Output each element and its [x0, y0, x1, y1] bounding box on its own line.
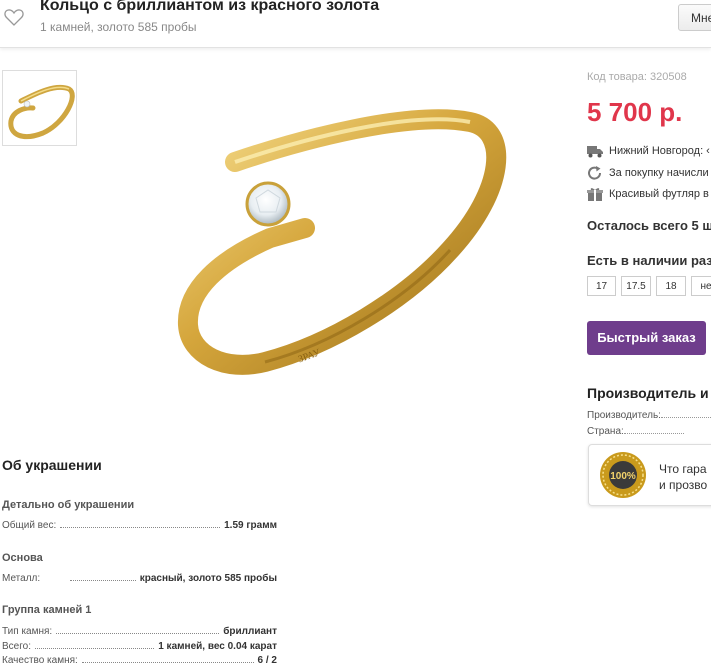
quick-order-button[interactable]: Быстрый заказ — [587, 321, 706, 355]
country-row: Страна: — [587, 426, 684, 437]
spec-value: 1 камней, вес 0.04 карат — [158, 641, 277, 652]
spec-group-title: Детально об украшении — [2, 499, 135, 511]
product-thumbnail[interactable] — [2, 70, 77, 146]
product-main-image[interactable]: ЗРАУ — [150, 100, 510, 400]
size-option-17-5[interactable]: 17.5 — [621, 276, 651, 296]
stock-remaining: Осталось всего 5 ш — [587, 218, 711, 233]
spec-value: бриллиант — [223, 626, 277, 637]
guarantee-card[interactable]: 100% Что гара и прозво — [588, 444, 711, 506]
size-option-17[interactable]: 17 — [587, 276, 616, 296]
product-header: Кольцо с бриллиантом из красного золота … — [0, 0, 711, 48]
gift-text: Красивый футляр в — [609, 187, 709, 200]
gift-icon — [587, 188, 603, 201]
spec-row-stone-total: Всего: 1 камней, вес 0.04 карат — [2, 638, 277, 652]
spec-label: Всего: — [2, 641, 31, 652]
delivery-feature: Нижний Новгород: ‹ — [587, 144, 710, 158]
spec-row-stone-quality: Качество камня: 6 / 2 — [2, 652, 277, 666]
country-label: Страна: — [587, 426, 624, 437]
spec-group-title: Основа — [2, 552, 43, 564]
spec-value: красный, золото 585 пробы — [139, 573, 277, 584]
guarantee-seal-icon: 100% — [600, 452, 646, 498]
product-subtitle: 1 камней, золото 585 пробы — [40, 20, 197, 34]
refresh-icon — [588, 166, 602, 180]
spec-value: 6 / 2 — [257, 655, 277, 666]
spec-value: 1.59 грамм — [224, 520, 277, 531]
guarantee-text: Что гара и прозво — [659, 461, 707, 493]
spec-row-weight: Общий вес: 1.59 грамм — [2, 517, 277, 531]
size-option-other[interactable]: не — [691, 276, 711, 296]
delivery-text: Нижний Новгород: ‹ — [609, 144, 710, 157]
product-sku: Код товара: 320508 — [587, 71, 687, 83]
about-jewelry-heading: Об украшении — [2, 457, 102, 473]
spec-group-title: Группа камней 1 — [2, 604, 92, 616]
more-button[interactable]: Mне — [678, 4, 711, 31]
guarantee-line-2: и прозво — [659, 478, 708, 492]
maker-row: Производитель: — [587, 410, 711, 421]
guarantee-line-1: Что гара — [659, 462, 707, 476]
availability-heading: Есть в наличии раз — [587, 253, 711, 268]
seal-text: 100% — [610, 471, 636, 482]
spec-label: Общий вес: — [2, 520, 57, 531]
spec-label: Качество камня: — [2, 655, 78, 666]
maker-label: Производитель: — [587, 410, 661, 421]
spec-row-stone-type: Тип камня: бриллиант — [2, 623, 277, 637]
bonus-text: За покупку начисли — [609, 166, 709, 179]
spec-label: Тип камня: — [2, 626, 53, 637]
product-title: Кольцо с бриллиантом из красного золота — [40, 0, 380, 14]
size-option-18[interactable]: 18 — [656, 276, 686, 296]
truck-icon — [587, 146, 603, 158]
bonus-feature: За покупку начисли — [587, 166, 709, 180]
spec-row-metal: Металл: красный, золото 585 пробы — [2, 570, 277, 584]
heart-icon[interactable] — [4, 8, 24, 26]
spec-label: Металл: — [2, 573, 41, 584]
product-price: 5 700 р. — [587, 97, 683, 127]
maker-heading: Производитель и — [587, 385, 709, 401]
ring-thumbnail-image — [8, 85, 75, 139]
gift-feature: Красивый футляр в — [587, 187, 709, 201]
